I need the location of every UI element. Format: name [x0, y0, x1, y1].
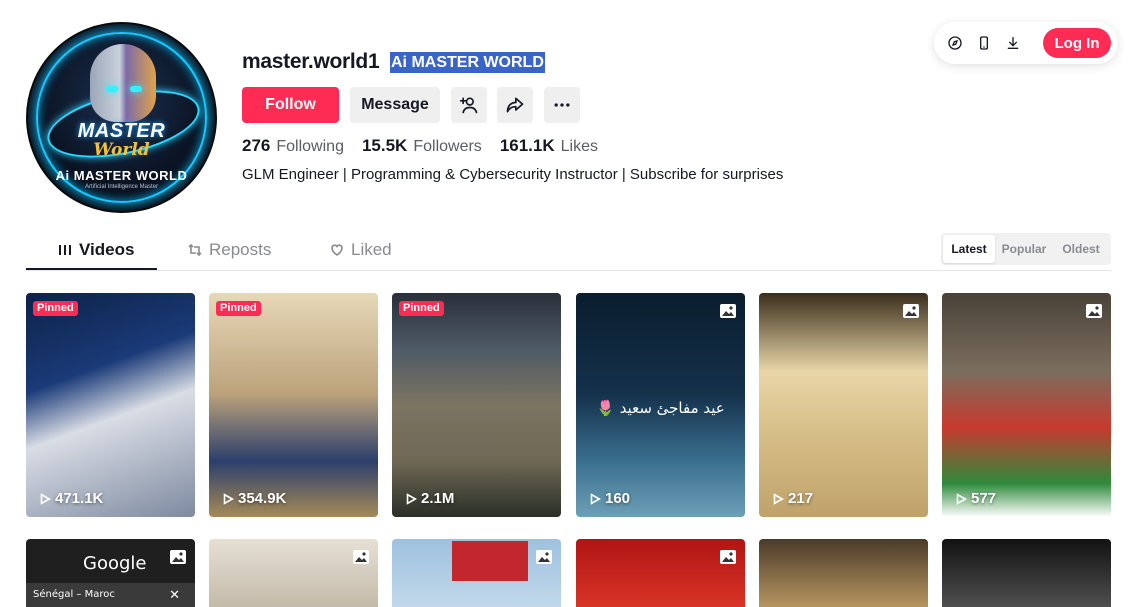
message-button[interactable]: Message [350, 87, 440, 123]
grid-icon [59, 245, 71, 255]
video-card[interactable]: Pinned 471.1K [26, 293, 195, 517]
profile-bio: GLM Engineer | Programming & Cybersecuri… [242, 166, 784, 183]
video-caption: 🌷 عيد مفاجئ سعيد [596, 399, 725, 417]
pinned-badge: Pinned [216, 301, 261, 316]
sort-latest[interactable]: Latest [943, 235, 995, 263]
pinned-badge: Pinned [33, 301, 78, 316]
avatar-text-world: World [93, 140, 150, 160]
following-count: 276 [242, 136, 271, 155]
photo-icon [720, 304, 736, 318]
more-icon [554, 103, 570, 107]
tab-videos[interactable]: Videos [57, 240, 134, 260]
video-card[interactable]: Pinned 2.1M [392, 293, 561, 517]
pinned-badge: Pinned [399, 301, 444, 316]
play-icon [773, 492, 784, 505]
avatar-eye-right [130, 86, 142, 92]
follow-button[interactable]: Follow [242, 87, 339, 123]
followers-count: 15.5K [361, 136, 408, 155]
get-app-button[interactable] [974, 33, 994, 53]
view-count: 354.9K [221, 490, 286, 507]
photo-icon [903, 304, 919, 318]
play-icon [40, 492, 51, 505]
stat-followers[interactable]: 15.5K Followers [362, 136, 482, 156]
mobile-icon [980, 36, 988, 50]
followers-label: Followers [413, 138, 482, 155]
suggested-accounts-button[interactable] [451, 87, 487, 123]
view-count-value: 160 [605, 490, 631, 507]
avatar-robot-head [90, 44, 156, 122]
photo-icon [536, 550, 552, 564]
stat-likes: 161.1K Likes [500, 136, 598, 156]
play-icon [956, 492, 967, 505]
heart-icon [331, 244, 343, 256]
sort-oldest[interactable]: Oldest [1053, 235, 1109, 263]
video-card[interactable]: Google Sénégal – Maroc ✕ [26, 539, 195, 607]
view-count-value: 2.1M [421, 490, 455, 507]
avatar-text-tagline: Artificial Intelligence Master [84, 184, 159, 190]
tab-reposts-label: Reposts [209, 240, 272, 259]
top-actions-bar: Log In [934, 22, 1118, 64]
video-card[interactable]: 🌷 عيد مفاجئ سعيد 160 [576, 293, 745, 517]
video-card[interactable]: 577 [942, 293, 1111, 517]
likes-count: 161.1K [499, 136, 555, 155]
video-card[interactable]: 217 [759, 293, 928, 517]
view-count: 217 [771, 490, 813, 507]
stat-following[interactable]: 276 Following [242, 136, 344, 156]
compass-icon [948, 36, 962, 50]
sort-toggle: Latest Popular Oldest [941, 233, 1111, 265]
profile-nickname: Ai MASTER WORLD [390, 52, 545, 73]
video-card[interactable] [392, 539, 561, 607]
download-button[interactable] [1003, 33, 1023, 53]
view-count-value: 217 [788, 490, 814, 507]
photo-icon [720, 550, 736, 564]
active-tab-indicator [26, 268, 157, 270]
play-icon [406, 492, 417, 505]
video-card[interactable] [759, 539, 928, 607]
sort-popular[interactable]: Popular [995, 235, 1053, 263]
view-count-value: 354.9K [238, 490, 287, 507]
tab-reposts[interactable]: Reposts [187, 240, 271, 260]
profile-avatar[interactable]: MASTER World Ai MASTER WORLD Artificial … [26, 22, 217, 213]
more-options-button[interactable] [544, 87, 580, 123]
explore-button[interactable] [945, 33, 965, 53]
photo-icon [170, 550, 186, 564]
video-card[interactable]: Pinned 354.9K [209, 293, 378, 517]
video-card[interactable] [209, 539, 378, 607]
repost-icon [188, 243, 202, 257]
view-count: 577 [954, 490, 996, 507]
video-card[interactable] [942, 539, 1111, 607]
video-card[interactable] [576, 539, 745, 607]
photo-icon [1086, 304, 1102, 318]
profile-stats: 276 Following 15.5K Followers 161.1K Lik… [242, 136, 616, 156]
tab-liked[interactable]: Liked [329, 240, 392, 260]
view-count-value: 471.1K [55, 490, 104, 507]
play-icon [223, 492, 234, 505]
avatar-eye-left [106, 86, 118, 92]
flag-morocco [452, 541, 528, 581]
login-button[interactable]: Log In [1043, 28, 1111, 58]
following-label: Following [276, 138, 344, 155]
avatar-text-brand: Ai MASTER WORLD [55, 168, 188, 183]
tab-liked-label: Liked [351, 240, 392, 259]
download-icon [1007, 37, 1019, 49]
profile-username: master.world1 [242, 50, 380, 73]
tab-videos-label: Videos [79, 240, 135, 259]
close-icon: ✕ [169, 587, 180, 602]
view-count: 471.1K [38, 490, 103, 507]
photo-icon [353, 550, 369, 564]
likes-label: Likes [560, 138, 598, 155]
view-count: 160 [588, 490, 630, 507]
view-count-value: 577 [971, 490, 997, 507]
view-count: 2.1M [404, 490, 454, 507]
play-icon [590, 492, 601, 505]
add-user-icon [459, 97, 478, 114]
share-icon [506, 97, 524, 113]
share-button[interactable] [497, 87, 533, 123]
